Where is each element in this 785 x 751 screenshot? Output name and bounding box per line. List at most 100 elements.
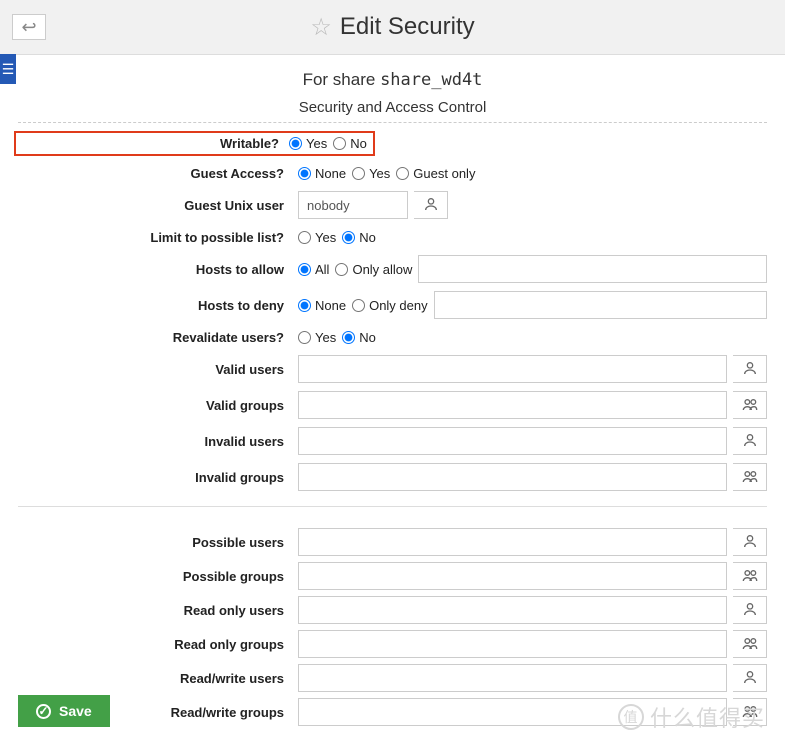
share-name: share_wd4t [380,70,482,90]
input-possible-users[interactable] [298,528,727,556]
picker-invalid-groups[interactable] [733,463,767,491]
divider [18,506,767,507]
radio-writable-no[interactable]: No [333,136,367,151]
picker-readonly-users[interactable] [733,596,767,624]
picker-readonly-groups[interactable] [733,630,767,658]
label-valid-groups: Valid groups [18,398,298,413]
picker-guest-unix-user[interactable] [414,191,448,219]
label-limit-possible: Limit to possible list? [18,230,298,245]
radio-reval-no[interactable]: No [342,330,376,345]
radio-writable-yes[interactable]: Yes [289,136,327,151]
label-possible-groups: Possible groups [18,569,298,584]
radio-guest-only[interactable]: Guest only [396,166,475,181]
sidebar-toggle[interactable]: ☰ [0,54,16,84]
user-icon [742,533,758,552]
row-readwrite-groups: Read/write groups [18,697,767,727]
input-invalid-groups[interactable] [298,463,727,491]
row-invalid-groups: Invalid groups [18,462,767,492]
row-hosts-allow: Hosts to allow All Only allow [18,254,767,284]
row-possible-groups: Possible groups [18,561,767,591]
input-invalid-users[interactable] [298,427,727,455]
row-writable: Writable? Yes No [18,131,767,156]
input-guest-unix-user[interactable] [298,191,408,219]
save-button[interactable]: ✓ Save [18,695,110,727]
label-readwrite-users: Read/write users [18,671,298,686]
user-icon [742,601,758,620]
label-readonly-groups: Read only groups [18,637,298,652]
group-icon [742,396,758,415]
label-possible-users: Possible users [18,535,298,550]
user-icon [742,669,758,688]
radio-allow-only[interactable]: Only allow [335,262,412,277]
label-guest-access: Guest Access? [18,166,298,181]
radio-reval-yes[interactable]: Yes [298,330,336,345]
row-readwrite-users: Read/write users [18,663,767,693]
label-guest-unix-user: Guest Unix user [18,198,298,213]
radio-guest-none[interactable]: None [298,166,346,181]
page-title: ☆ Edit Security [310,13,474,42]
radio-limit-yes[interactable]: Yes [298,230,336,245]
menu-icon: ☰ [2,61,15,78]
input-readwrite-groups[interactable] [298,698,727,726]
group-icon [742,703,758,722]
title-text: Edit Security [340,13,475,41]
share-header: For share share_wd4t [0,70,785,90]
label-hosts-allow: Hosts to allow [18,262,298,277]
input-hosts-deny[interactable] [434,291,767,319]
row-possible-users: Possible users [18,527,767,557]
group-icon [742,468,758,487]
picker-invalid-users[interactable] [733,427,767,455]
user-icon [423,196,439,215]
picker-readwrite-groups[interactable] [733,698,767,726]
label-revalidate: Revalidate users? [18,330,298,345]
row-invalid-users: Invalid users [18,426,767,456]
label-readonly-users: Read only users [18,603,298,618]
back-button[interactable]: ↩ [12,14,46,40]
label-valid-users: Valid users [18,362,298,377]
save-label: Save [59,703,92,719]
radio-deny-none[interactable]: None [298,298,346,313]
row-guest-unix-user: Guest Unix user [18,190,767,220]
input-hosts-allow[interactable] [418,255,767,283]
input-readonly-groups[interactable] [298,630,727,658]
security-form: Writable? Yes No Guest Access? None [18,131,767,727]
input-valid-groups[interactable] [298,391,727,419]
row-readonly-users: Read only users [18,595,767,625]
row-revalidate: Revalidate users? Yes No [18,326,767,348]
radio-limit-no[interactable]: No [342,230,376,245]
label-hosts-deny: Hosts to deny [18,298,298,313]
radio-allow-all[interactable]: All [298,262,329,277]
user-icon [742,360,758,379]
input-readonly-users[interactable] [298,596,727,624]
group-icon [742,635,758,654]
highlight-writable: Writable? Yes No [14,131,375,156]
row-readonly-groups: Read only groups [18,629,767,659]
picker-readwrite-users[interactable] [733,664,767,692]
label-invalid-groups: Invalid groups [18,470,298,485]
row-guest-access: Guest Access? None Yes Guest only [18,162,767,184]
radio-deny-only[interactable]: Only deny [352,298,428,313]
input-possible-groups[interactable] [298,562,727,590]
group-icon [742,567,758,586]
input-readwrite-users[interactable] [298,664,727,692]
controls-writable: Yes No [289,136,367,151]
picker-possible-users[interactable] [733,528,767,556]
radio-guest-yes[interactable]: Yes [352,166,390,181]
input-valid-users[interactable] [298,355,727,383]
row-hosts-deny: Hosts to deny None Only deny [18,290,767,320]
row-valid-groups: Valid groups [18,390,767,420]
picker-possible-groups[interactable] [733,562,767,590]
star-icon: ☆ [310,13,332,42]
picker-valid-users[interactable] [733,355,767,383]
page-header: ↩ ☆ Edit Security [0,0,785,55]
label-invalid-users: Invalid users [18,434,298,449]
section-title: Security and Access Control [18,93,767,123]
footer: ✓ Save [18,695,110,727]
arrow-left-icon: ↩ [21,17,36,38]
share-prefix: For share [303,70,376,89]
row-limit-possible: Limit to possible list? Yes No [18,226,767,248]
row-valid-users: Valid users [18,354,767,384]
label-writable: Writable? [16,136,289,151]
user-icon [742,432,758,451]
picker-valid-groups[interactable] [733,391,767,419]
